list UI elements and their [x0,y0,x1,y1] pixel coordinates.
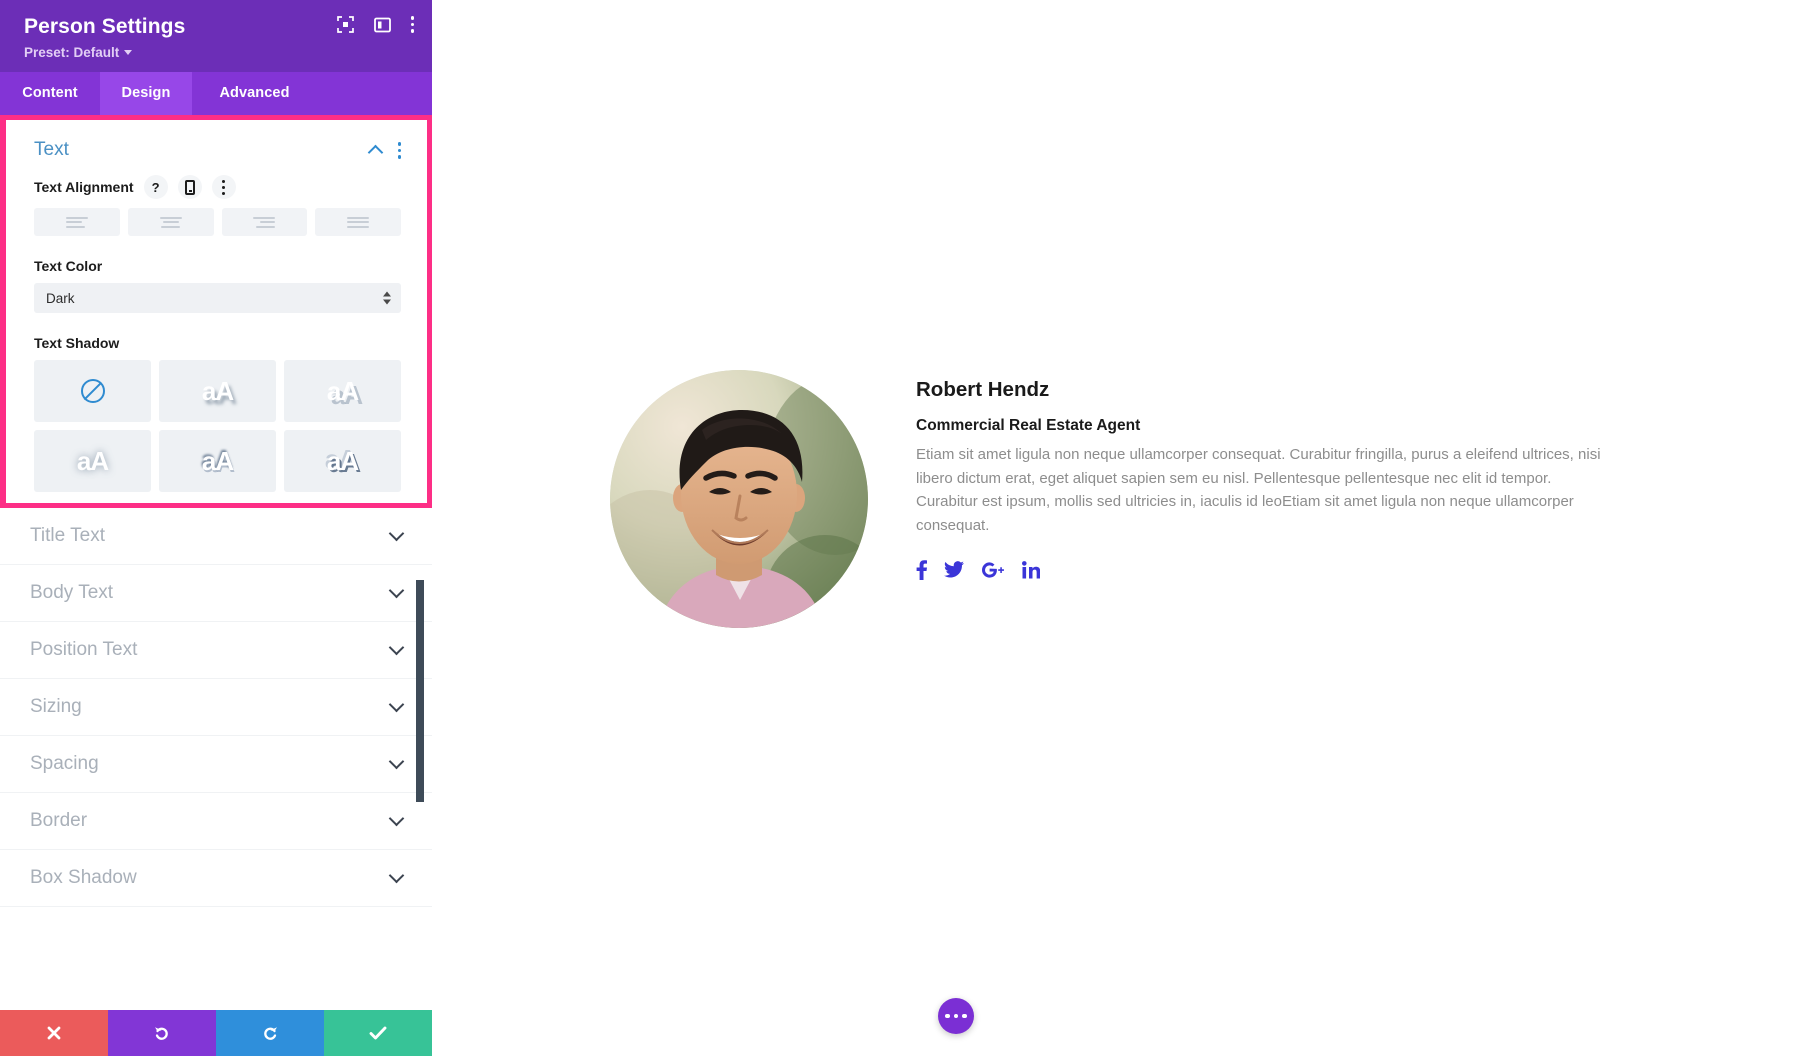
tab-advanced[interactable]: Advanced [192,72,317,115]
cancel-button[interactable] [0,1010,108,1056]
person-settings-panel: Person Settings Preset: Default Content … [0,0,432,1056]
text-section: Text Text Alignment ? Text Color Dark Te… [0,115,432,509]
text-shadow-label-row: Text Shadow [34,335,401,351]
section-more-options-icon[interactable] [397,142,401,159]
more-options-icon[interactable] [410,16,414,33]
avatar-photo [610,370,868,628]
align-justify-icon[interactable] [315,208,401,237]
section-box-shadow[interactable]: Box Shadow [0,850,432,908]
help-icon[interactable]: ? [143,175,168,200]
person-module: Robert Hendz Commercial Real Estate Agen… [610,370,1616,628]
shadow-sample-glyph: aA [201,375,234,406]
panel-body: Text Text Alignment ? Text Color Dark Te… [0,115,432,1010]
align-left-icon[interactable] [34,208,120,237]
no-shadow-icon [80,379,105,404]
panel-footer [0,1010,432,1056]
google-plus-icon[interactable] [981,561,1005,579]
align-right-icon[interactable] [221,208,308,237]
focus-target-icon[interactable] [336,16,354,33]
section-label: Position Text [30,639,138,661]
facebook-icon[interactable] [916,559,927,580]
shadow-sample-glyph: aA [76,445,109,476]
section-label: Border [30,810,88,832]
panel-scrollbar-track[interactable] [416,115,428,1010]
text-shadow-label: Text Shadow [34,335,120,352]
preset-dropdown[interactable]: Preset: Default [24,45,133,61]
shadow-sample-glyph: aA [201,445,234,476]
close-icon [47,1026,61,1040]
text-shadow-preset-5-button[interactable]: aA [284,430,401,493]
dot [945,1013,950,1019]
section-position-text[interactable]: Position Text [0,622,432,680]
layout-panel-icon[interactable] [373,17,391,33]
chevron-down-icon [388,867,405,884]
section-sizing[interactable]: Sizing [0,679,432,737]
collapsed-sections-list: Title Text Body Text Position Text Sizin… [0,508,432,908]
text-color-label-row: Text Color [34,258,401,274]
section-label: Sizing [30,696,82,718]
avatar [610,370,868,628]
section-body-text[interactable]: Body Text [0,565,432,623]
panel-header: Person Settings Preset: Default [0,0,432,73]
person-name: Robert Hendz [916,378,1050,401]
redo-button[interactable] [216,1010,324,1056]
text-shadow-preset-2-button[interactable]: aA [284,360,401,423]
text-alignment-label-row: Text Alignment ? [34,175,401,200]
dot [962,1013,967,1019]
text-alignment-label: Text Alignment [34,179,134,196]
panel-header-actions [336,16,414,33]
section-title: Text [34,139,69,161]
chevron-down-icon [124,50,133,56]
chevron-down-icon [388,582,405,599]
twitter-icon[interactable] [944,561,964,578]
person-bio: Etiam sit amet ligula non neque ullamcor… [916,446,1601,535]
page-settings-fab[interactable] [938,998,974,1034]
text-color-label: Text Color [34,258,103,275]
chevron-up-icon[interactable] [367,144,383,161]
person-details: Robert Hendz Commercial Real Estate Agen… [916,370,1616,580]
text-section-header: Text [34,134,401,175]
undo-icon [155,1027,168,1040]
section-label: Title Text [30,525,105,547]
chevron-down-icon [388,639,405,656]
shadow-sample-glyph: aA [326,445,359,476]
redo-icon [264,1027,277,1040]
page-canvas: Robert Hendz Commercial Real Estate Agen… [432,0,1800,1056]
social-links [916,559,1616,580]
person-position: Commercial Real Estate Agent [916,417,1141,434]
field-more-options-icon[interactable] [211,175,236,200]
section-label: Box Shadow [30,867,137,889]
dot [953,1013,959,1019]
chevron-down-icon [388,753,405,770]
text-alignment-options [34,208,401,237]
section-label: Spacing [30,753,99,775]
panel-scrollbar-thumb[interactable] [416,580,424,803]
text-shadow-preset-1-button[interactable]: aA [159,360,276,423]
responsive-mobile-icon[interactable] [177,175,202,200]
panel-tabs: Content Design Advanced [0,72,432,116]
section-spacing[interactable]: Spacing [0,736,432,794]
save-button[interactable] [324,1010,432,1056]
chevron-down-icon [388,696,405,713]
section-title-text[interactable]: Title Text [0,508,432,566]
chevron-down-icon [388,525,405,542]
section-border[interactable]: Border [0,793,432,851]
text-color-select[interactable]: Dark [34,283,401,314]
app-root: Person Settings Preset: Default Content … [0,0,1800,1056]
tab-design[interactable]: Design [100,72,192,116]
linkedin-icon[interactable] [1022,560,1040,579]
preset-label: Preset: Default [24,45,120,61]
chevron-down-icon [388,810,405,827]
shadow-sample-glyph: aA [326,375,359,406]
text-shadow-preset-4-button[interactable]: aA [159,430,276,493]
undo-button[interactable] [108,1010,216,1056]
text-color-select-wrap: Dark [34,283,401,314]
text-shadow-none-button[interactable] [34,360,151,423]
tab-content[interactable]: Content [0,72,100,115]
text-shadow-preset-3-button[interactable]: aA [34,430,151,493]
align-center-icon[interactable] [127,208,214,237]
check-icon [369,1026,387,1040]
section-label: Body Text [30,582,114,604]
text-shadow-presets: aA aA aA aA aA [34,360,401,493]
